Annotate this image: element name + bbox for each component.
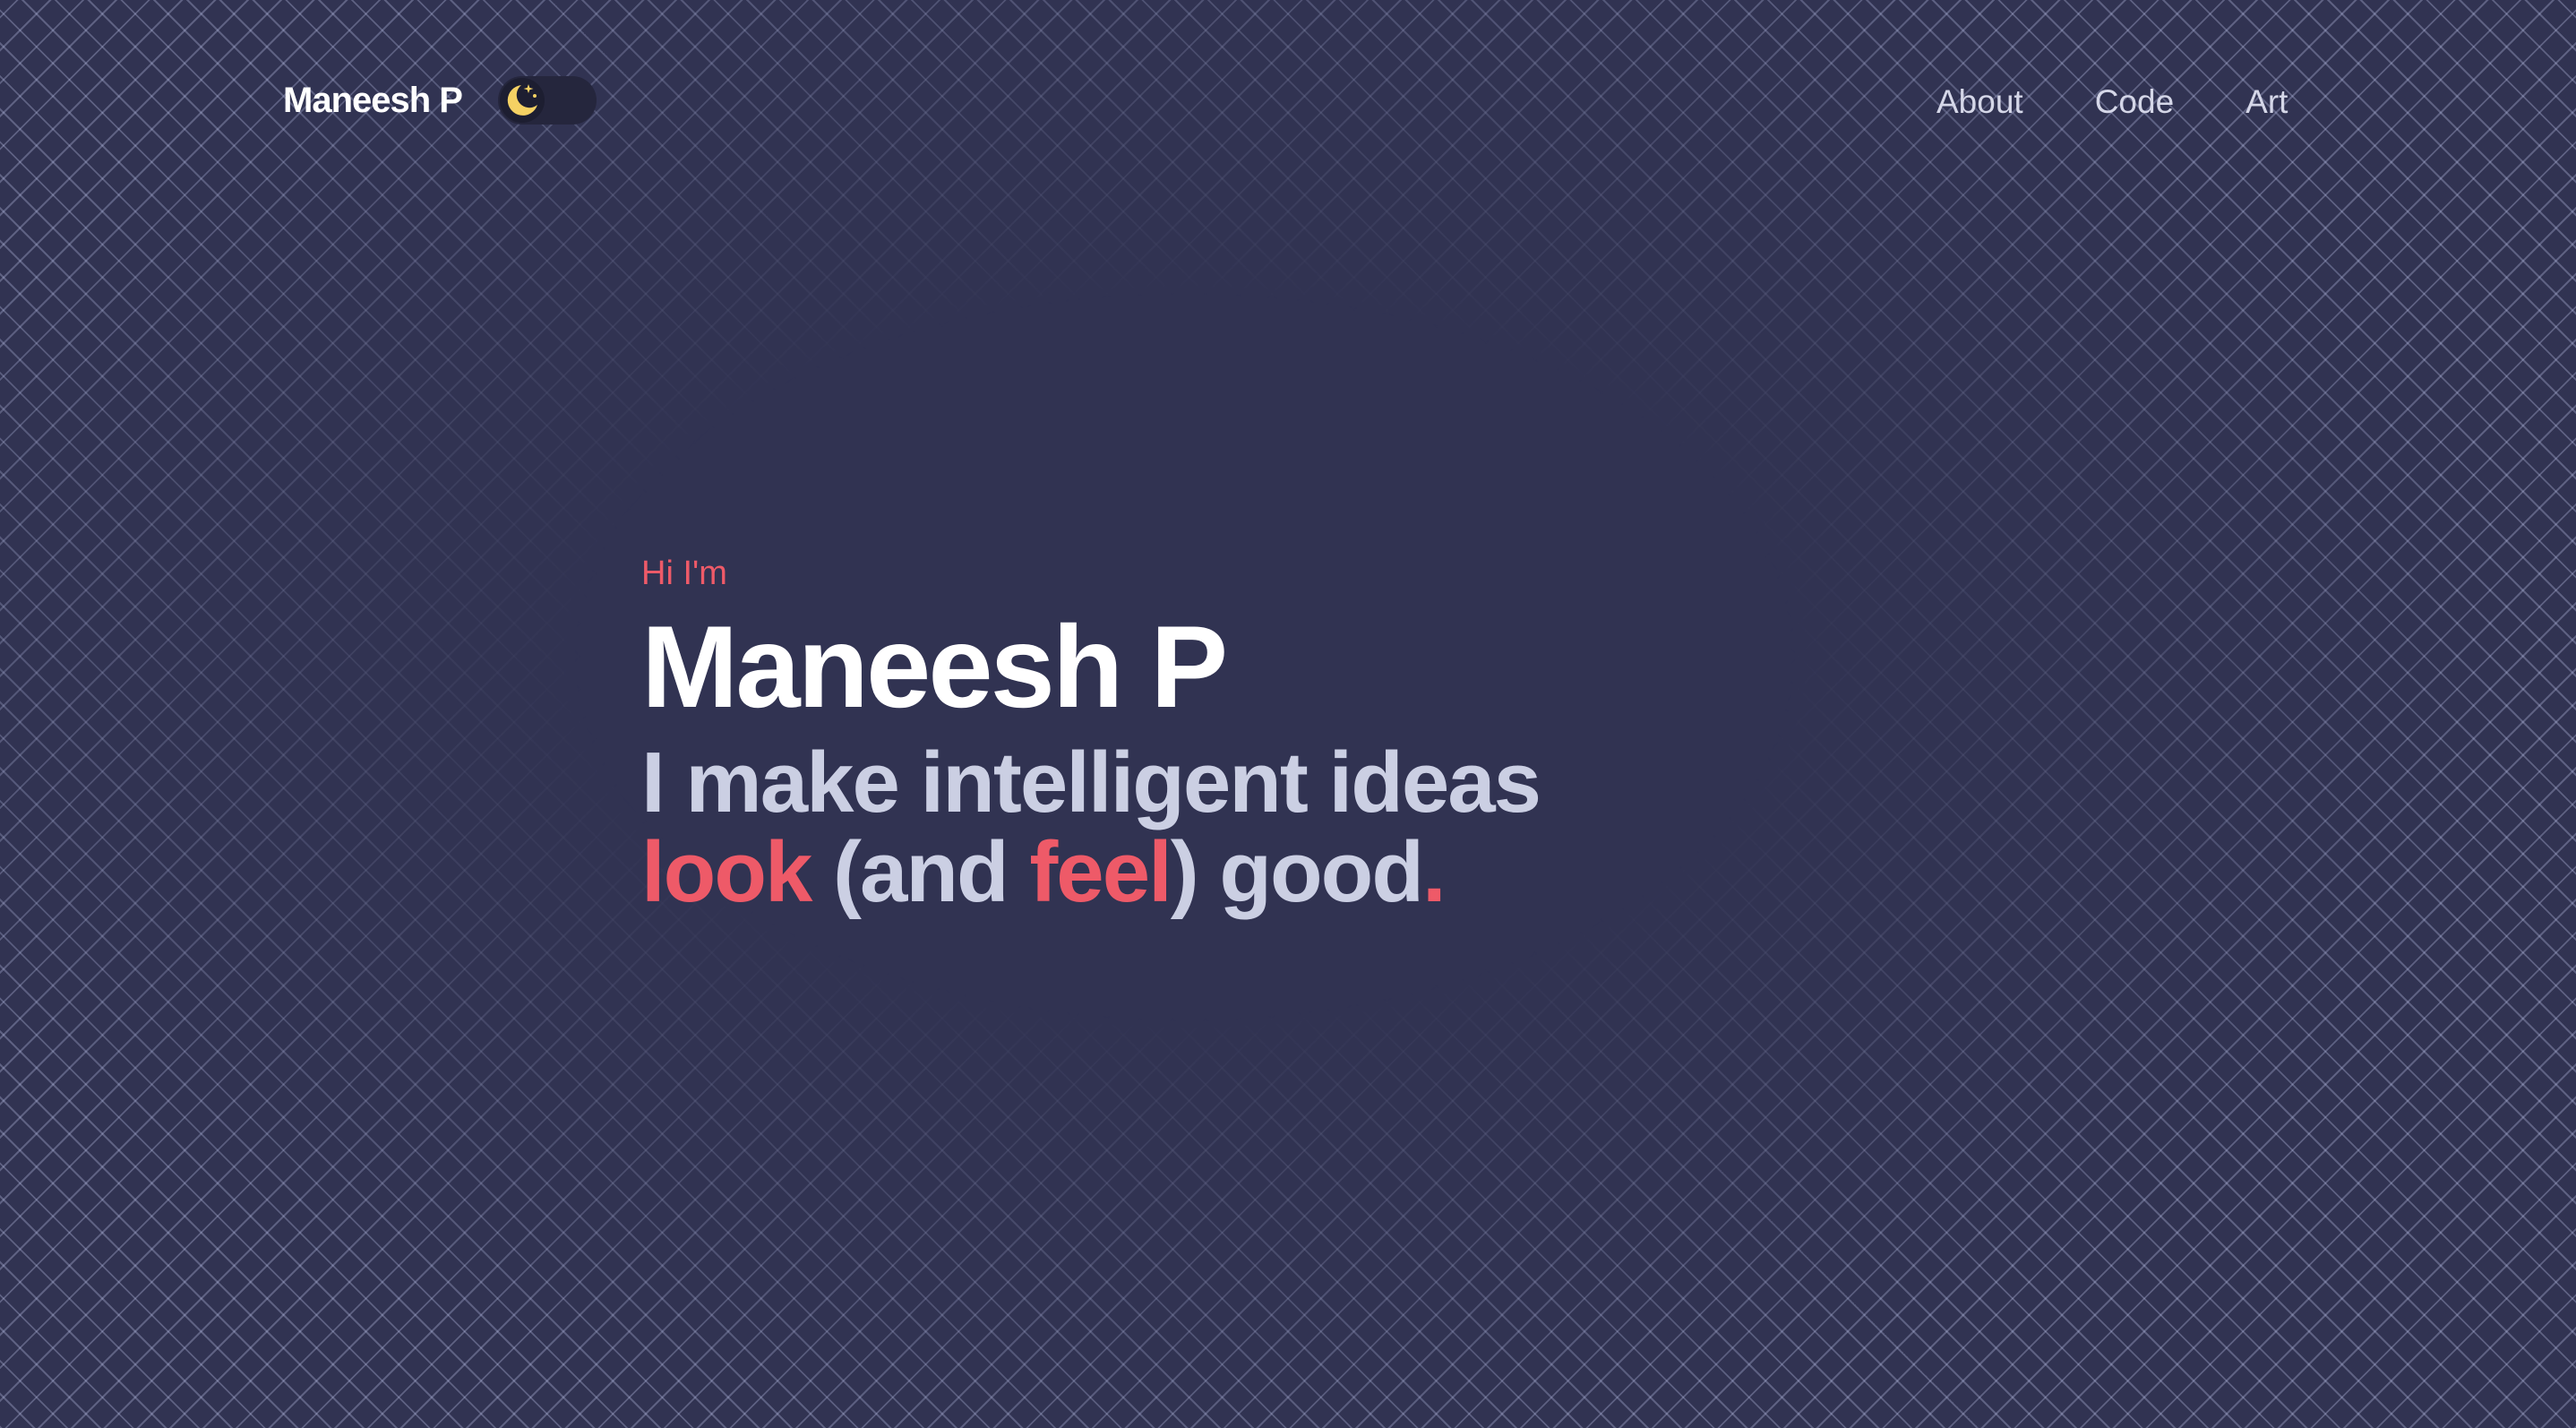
toggle-knob — [500, 78, 545, 123]
tagline-line-2: look (and feel) good. — [641, 828, 1540, 917]
main-nav: About Code Art — [1936, 79, 2288, 125]
tagline-line-1: I make intelligent ideas — [641, 735, 1541, 830]
hero-section: Hi I'm Maneesh P I make intelligent idea… — [641, 548, 1541, 917]
brand-logo-link[interactable]: Maneesh P — [283, 75, 463, 125]
hero-greeting: Hi I'm — [641, 555, 727, 592]
hero-name: Maneesh P — [641, 601, 1228, 732]
nav-link-about[interactable]: About — [1936, 79, 2023, 125]
tagline-look: look — [641, 824, 812, 920]
site-header: Maneesh P About Code Art — [0, 0, 2576, 206]
hero-tagline: I make intelligent ideas look (and feel)… — [641, 735, 1541, 917]
tagline-good: ) good — [1170, 824, 1424, 920]
tagline-period: . — [1421, 824, 1447, 920]
nav-link-code[interactable]: Code — [2095, 79, 2174, 125]
nav-link-art[interactable]: Art — [2245, 79, 2288, 125]
tagline-and: (and — [811, 824, 1030, 920]
moon-stars-icon — [507, 84, 537, 116]
tagline-feel: feel — [1029, 824, 1172, 920]
theme-toggle[interactable] — [498, 76, 597, 125]
